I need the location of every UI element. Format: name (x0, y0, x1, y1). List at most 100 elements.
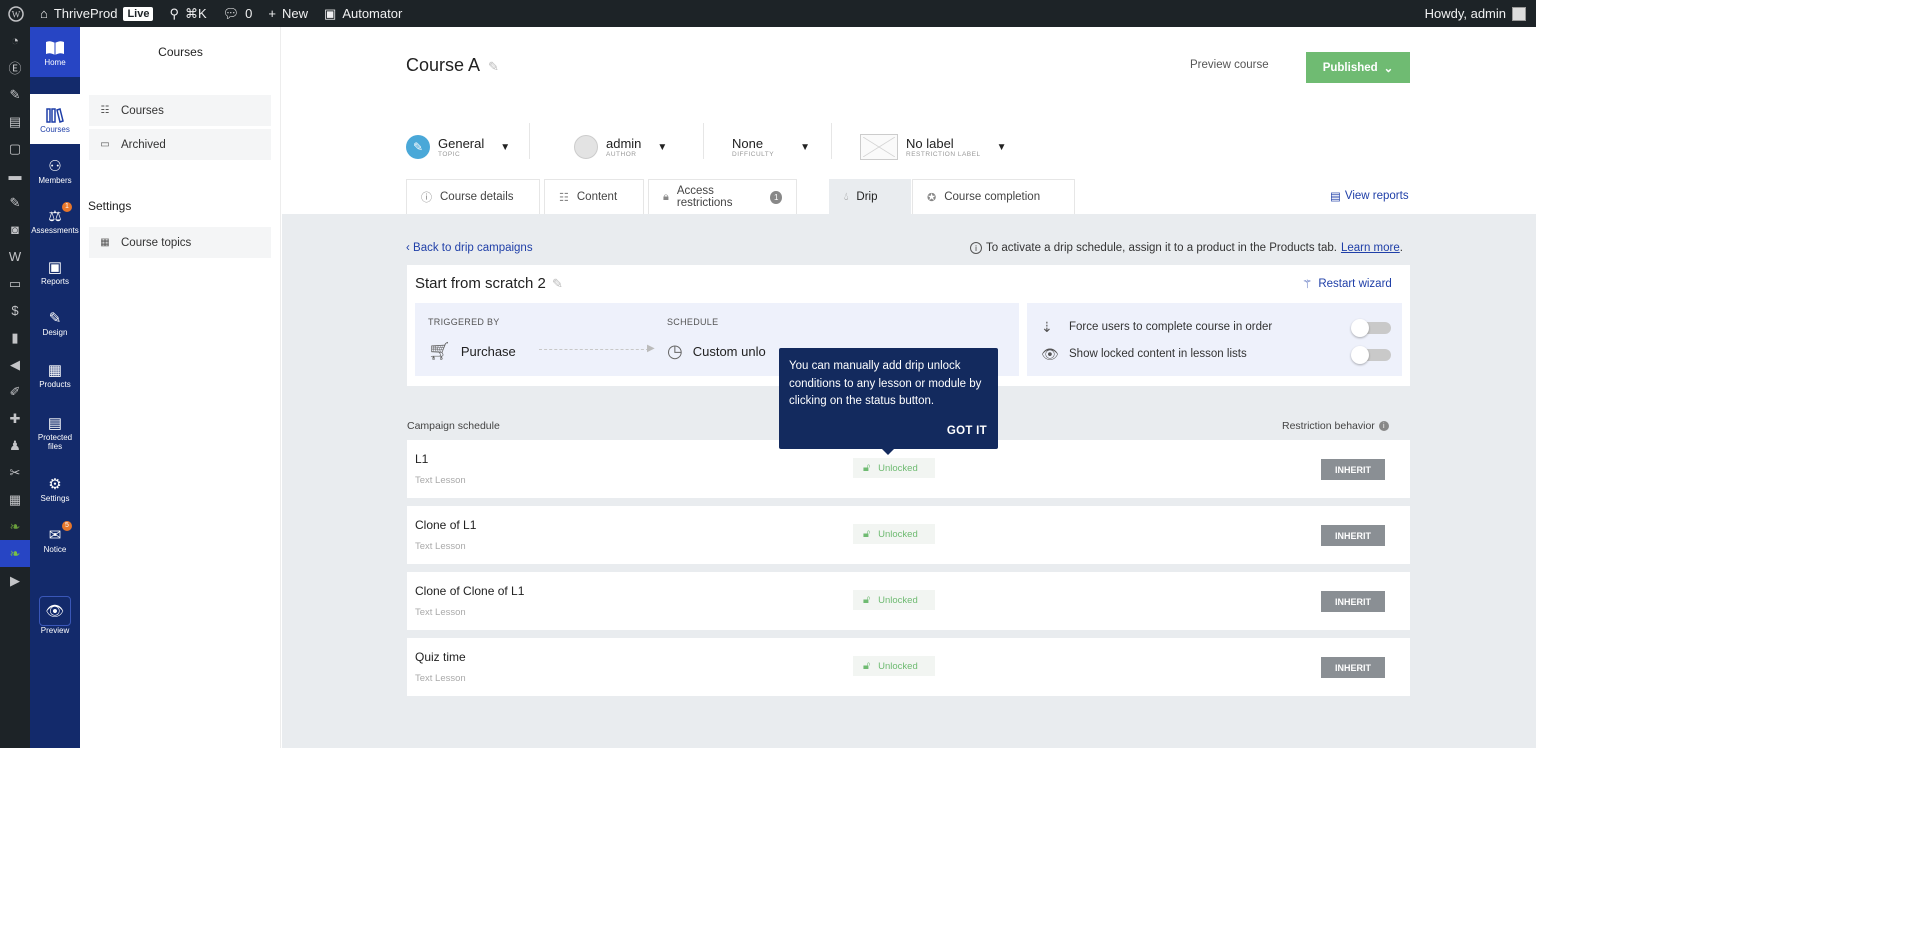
pages-icon[interactable]: ▢ (0, 135, 30, 162)
published-dropdown-button[interactable]: Published ⌄ (1306, 52, 1410, 83)
preview-course-link[interactable]: Preview course (1190, 59, 1269, 71)
app-navigation: Home Courses ⚇ Members ⚖ 1 Assessments ▣ … (30, 27, 80, 748)
tab-label: Access restrictions (676, 185, 733, 209)
tab-access-restrictions[interactable]: 🔒︎ Access restrictions 1 (648, 179, 797, 214)
settings-grid-icon[interactable]: ▦ (0, 486, 30, 513)
topic-label: TOPIC (438, 150, 461, 158)
pin-icon[interactable]: ✎ (0, 81, 30, 108)
nav-design[interactable]: ✎ Design (30, 297, 80, 347)
comment-icon: 💬︎ (222, 5, 240, 21)
plugins-icon[interactable]: ✚ (0, 405, 30, 432)
tab-content[interactable]: ☷ Content (544, 179, 644, 214)
analytics-icon[interactable]: ▮ (0, 324, 30, 351)
show-locked-toggle[interactable] (1351, 346, 1391, 364)
avatar (1512, 6, 1526, 21)
nav-home[interactable]: Home (30, 27, 80, 77)
lesson-name: Clone of L1 (415, 518, 477, 532)
nav-protected-files[interactable]: ▤ Protected files (30, 402, 80, 462)
account-menu[interactable]: Howdy, admin (1425, 6, 1536, 21)
nav-assessments[interactable]: ⚖ 1 Assessments (30, 195, 80, 245)
nav-home-label: Home (44, 57, 66, 67)
status-button[interactable]: 🔓︎ Unlocked (853, 458, 935, 478)
nav-reports[interactable]: ▣ Reports (30, 246, 80, 296)
nav-products-label: Products (39, 379, 71, 389)
meta-divider (529, 123, 530, 159)
status-button[interactable]: 🔓︎ Unlocked (853, 524, 935, 544)
author-avatar (574, 135, 598, 159)
edit-pencil-icon[interactable]: ✎ (488, 59, 499, 74)
search-shortcut[interactable]: ⚲ ⌘K (161, 0, 214, 27)
nav-preview[interactable]: 👁︎ Preview (30, 590, 80, 640)
wordpress-logo-icon[interactable]: W (0, 0, 32, 27)
inherit-button[interactable]: INHERIT (1321, 657, 1385, 678)
schedule-value-text: Custom unlo (692, 344, 766, 359)
unlock-icon: 🔓︎ (863, 593, 871, 606)
nav-products[interactable]: ▦ Products (30, 349, 80, 399)
lesson-type: Text Lesson (415, 607, 466, 618)
inherit-button[interactable]: INHERIT (1321, 591, 1385, 612)
tab-label: Content (576, 191, 618, 203)
tab-course-details[interactable]: ⓘ Course details (406, 179, 540, 214)
products-icon: ▦ (47, 361, 63, 379)
status-button[interactable]: 🔓︎ Unlocked (853, 590, 935, 610)
author-selector[interactable]: admin AUTHOR ▼ (574, 121, 667, 173)
thrive-leaf-icon[interactable]: ❧ (0, 540, 30, 567)
dollar-icon[interactable]: $ (0, 297, 30, 324)
eye-icon: 👁︎ (1041, 345, 1059, 362)
comments-icon[interactable]: ▬ (0, 162, 30, 189)
pin-icon[interactable]: ✎ (0, 189, 30, 216)
view-reports-link[interactable]: ▤ View reports (1330, 189, 1409, 203)
force-order-toggle[interactable] (1351, 319, 1391, 337)
play-icon[interactable]: ▶ (0, 567, 30, 594)
tab-drip[interactable]: 💧︎ Drip (829, 179, 911, 214)
video-icon[interactable]: ◙ (0, 216, 30, 243)
tab-label: Course details (440, 191, 514, 203)
panel-item-courses[interactable]: ☷ Courses (89, 95, 271, 126)
nav-settings[interactable]: ⚙ Settings (30, 463, 80, 513)
unlock-icon: 🔓︎ (863, 461, 871, 474)
inherit-button[interactable]: INHERIT (1321, 459, 1385, 480)
magic-wand-icon: ⚚ (1302, 279, 1313, 291)
appearance-icon[interactable]: ✐ (0, 378, 30, 405)
media-icon[interactable]: ▤ (0, 108, 30, 135)
site-name-link[interactable]: ⌂ ThriveProd Live (32, 0, 161, 27)
learn-more-link[interactable]: Learn more (1341, 242, 1400, 254)
nav-reports-label: Reports (40, 276, 69, 286)
nav-members[interactable]: ⚇ Members (30, 145, 80, 195)
drip-content-area: ‹ Back to drip campaigns i To activate a… (282, 214, 1536, 748)
automator-link[interactable]: ▣ Automator (316, 0, 410, 27)
info-icon: i (970, 242, 982, 254)
comments-link[interactable]: 💬︎ 0 (215, 0, 261, 27)
woo-icon[interactable]: W (0, 243, 30, 270)
restriction-label-selector[interactable]: No label RESTRICTION LABEL ▼ (860, 121, 1007, 173)
help-icon[interactable]: i (1378, 421, 1389, 431)
unlock-icon: 🔓︎ (863, 527, 871, 540)
tools-icon[interactable]: ✂ (0, 459, 30, 486)
panel-item-course-topics[interactable]: ▦ Course topics (89, 227, 271, 258)
leaf-icon[interactable]: ❧ (0, 513, 30, 540)
status-button[interactable]: 🔓︎ Unlocked (853, 656, 935, 676)
grid-icon: ▦ (100, 237, 110, 248)
got-it-button[interactable]: GOT IT (947, 425, 987, 437)
dashboard-icon[interactable]: ◔ (0, 27, 30, 54)
new-content-link[interactable]: + New (260, 0, 316, 27)
edit-pencil-icon[interactable]: ✎ (552, 276, 563, 291)
users-icon[interactable]: ♟ (0, 432, 30, 459)
inherit-button[interactable]: INHERIT (1321, 525, 1385, 546)
campaign-name[interactable]: Start from scratch 2 ✎ (415, 275, 563, 292)
panel-item-archived[interactable]: ▭ Archived (89, 129, 271, 160)
chevron-left-icon: ‹ (406, 242, 410, 254)
back-to-drip-campaigns-link[interactable]: ‹ Back to drip campaigns (406, 242, 533, 254)
chevron-down-icon: ⌄ (1383, 62, 1394, 75)
megaphone-icon[interactable]: ◀ (0, 351, 30, 378)
tab-course-completion[interactable]: ✪ Course completion (912, 179, 1075, 214)
course-title[interactable]: Course A ✎ (406, 55, 499, 76)
nav-courses[interactable]: Courses (30, 94, 80, 144)
archive-icon[interactable]: ▭ (0, 270, 30, 297)
difficulty-selector[interactable]: None DIFFICULTY ▼ (732, 121, 810, 173)
restart-wizard-button[interactable]: ⚚ Restart wizard (1302, 277, 1392, 291)
topic-selector[interactable]: ✎ General TOPIC ▼ (406, 121, 510, 173)
nav-notice[interactable]: ✉ 5 Notice (30, 514, 80, 564)
elementor-icon[interactable]: Ⓔ (0, 54, 30, 81)
show-locked-label: Show locked content in lesson lists (1069, 348, 1247, 360)
